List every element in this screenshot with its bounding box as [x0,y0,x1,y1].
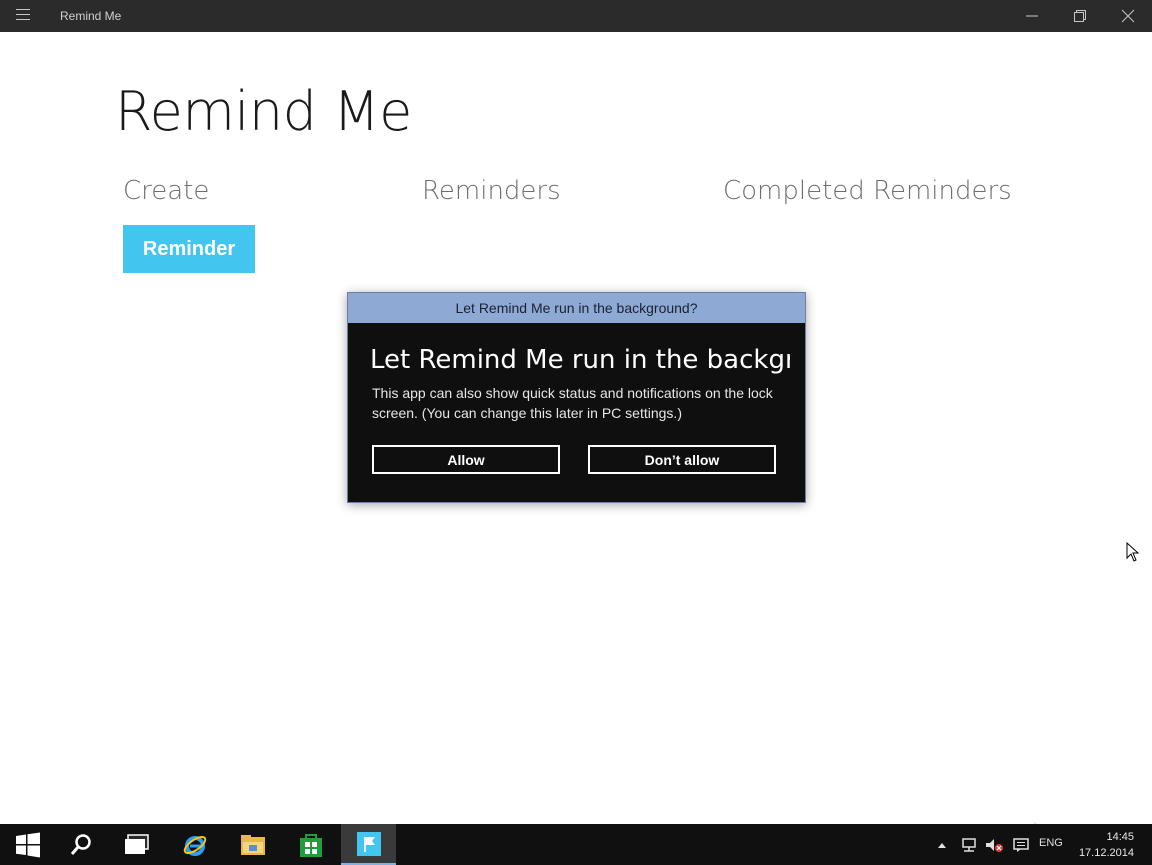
search-icon [70,833,91,855]
network-icon [962,837,976,852]
hamburger-menu-icon[interactable] [16,9,30,23]
remind-me-app-icon [356,831,381,856]
task-view-icon [124,833,149,854]
remind-me-taskbar-button[interactable] [341,824,396,865]
close-icon [1121,9,1135,23]
clock-date: 17.12.2014 [1078,847,1134,859]
allow-button[interactable]: Allow [372,445,560,474]
file-explorer-icon [240,834,265,855]
task-view-button[interactable] [109,824,164,865]
search-button[interactable] [53,824,108,865]
start-icon [15,832,40,857]
file-explorer-button[interactable] [225,824,280,865]
mouse-cursor-icon [1126,542,1140,562]
start-button[interactable] [0,824,55,865]
dialog-heading: Let Remind Me run in the backgr... [370,345,790,375]
clock-time: 14:45 [1106,831,1134,843]
section-reminders-header: Reminders [422,176,561,206]
window-title: Remind Me [60,9,122,23]
volume-muted-icon [986,838,1003,852]
title-bar: Remind Me [0,0,1152,32]
dont-allow-button[interactable]: Don’t allow [588,445,776,474]
dialog-body-text: This app can also show quick status and … [372,385,773,421]
restore-button[interactable] [1057,0,1103,32]
clock[interactable]: 14:45 17.12.2014 [1070,829,1144,861]
action-center-button[interactable] [1010,824,1032,865]
dialog-title-bar: Let Remind Me run in the background? [348,293,805,323]
close-button[interactable] [1105,0,1151,32]
store-button[interactable] [283,824,338,865]
show-hidden-icons-button[interactable] [934,824,950,865]
network-tray-button[interactable] [958,824,980,865]
chevron-up-icon [938,842,946,848]
action-center-icon [1013,837,1029,852]
volume-tray-button[interactable] [982,824,1006,865]
minimize-icon [1026,15,1038,17]
store-icon [299,833,322,857]
internet-explorer-button[interactable] [167,824,222,865]
section-completed-header: Completed Reminders [723,176,1012,206]
create-reminder-button[interactable]: Reminder [123,225,255,273]
taskbar: ENG 14:45 17.12.2014 [0,824,1152,865]
internet-explorer-icon [183,835,206,856]
minimize-button[interactable] [1009,0,1055,32]
input-language-indicator[interactable]: ENG [1039,837,1063,849]
section-create-header: Create [123,176,210,206]
restore-icon [1074,10,1086,22]
page-title: Remind Me [115,80,412,143]
background-permission-dialog: Let Remind Me run in the background? Let… [347,292,806,503]
